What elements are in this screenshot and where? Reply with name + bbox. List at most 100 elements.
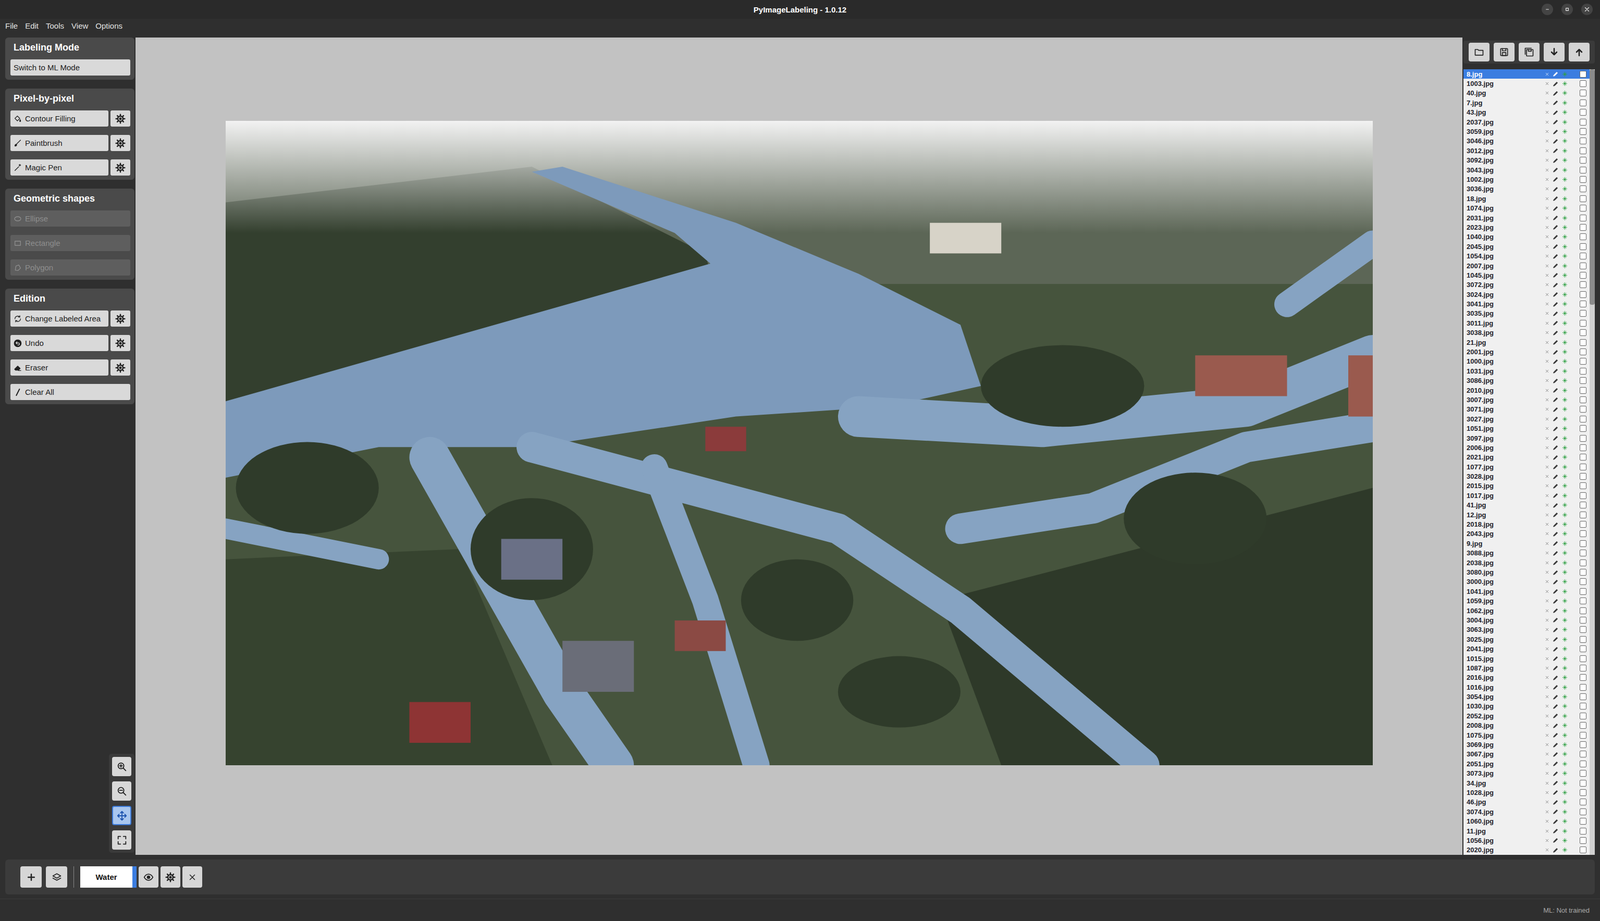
edit-file[interactable]: [1552, 559, 1559, 566]
file-row[interactable]: 2020.jpg: [1463, 845, 1590, 856]
remove-file[interactable]: [1544, 531, 1550, 537]
tool-button[interactable]: Clear All: [10, 384, 131, 401]
file-checkbox[interactable]: [1579, 463, 1587, 471]
file-row[interactable]: 2023.jpg: [1463, 222, 1590, 232]
remove-file[interactable]: [1544, 675, 1550, 681]
edit-file[interactable]: [1552, 406, 1559, 413]
file-checkbox[interactable]: [1579, 665, 1587, 672]
remove-file[interactable]: [1544, 838, 1550, 844]
edit-file[interactable]: [1552, 118, 1559, 126]
maximize-button[interactable]: [1561, 3, 1573, 16]
file-row[interactable]: 1054.jpg: [1463, 251, 1590, 261]
view-tool-button[interactable]: [112, 806, 132, 826]
edit-file[interactable]: [1552, 684, 1559, 691]
file-checkbox[interactable]: [1579, 588, 1587, 596]
file-checkbox[interactable]: [1579, 578, 1587, 586]
remove-file[interactable]: [1544, 397, 1550, 403]
file-checkbox[interactable]: [1579, 272, 1587, 279]
edit-file[interactable]: [1552, 214, 1559, 221]
edit-file[interactable]: [1552, 808, 1559, 816]
file-checkbox[interactable]: [1579, 118, 1587, 126]
edit-file[interactable]: [1552, 253, 1559, 260]
remove-file[interactable]: [1544, 148, 1550, 154]
edit-file[interactable]: [1552, 310, 1559, 317]
edit-file[interactable]: [1552, 818, 1559, 826]
edit-file[interactable]: [1552, 186, 1559, 193]
edit-file[interactable]: [1552, 176, 1559, 183]
file-row[interactable]: 2043.jpg: [1463, 529, 1590, 539]
file-row[interactable]: 1015.jpg: [1463, 654, 1590, 664]
remove-file[interactable]: [1544, 742, 1550, 748]
up-button[interactable]: [1568, 42, 1590, 62]
menu-item[interactable]: Tools: [45, 21, 65, 31]
file-checkbox[interactable]: [1579, 780, 1587, 787]
edit-file[interactable]: [1552, 837, 1559, 844]
file-row[interactable]: 3000.jpg: [1463, 577, 1590, 587]
remove-file[interactable]: [1544, 704, 1550, 709]
file-checkbox[interactable]: [1579, 329, 1587, 337]
remove-file[interactable]: [1544, 349, 1550, 355]
edit-file[interactable]: [1552, 799, 1559, 806]
remove-file[interactable]: [1544, 138, 1550, 144]
file-checkbox[interactable]: [1579, 559, 1587, 567]
tool-button[interactable]: Paintbrush: [10, 134, 109, 152]
remove-file[interactable]: [1544, 502, 1550, 508]
remove-file[interactable]: [1544, 321, 1550, 326]
file-row[interactable]: 3086.jpg: [1463, 376, 1590, 386]
remove-file[interactable]: [1544, 90, 1550, 96]
remove-file[interactable]: [1544, 100, 1550, 106]
file-checkbox[interactable]: [1579, 453, 1587, 461]
file-checkbox[interactable]: [1579, 300, 1587, 308]
file-checkbox[interactable]: [1579, 645, 1587, 653]
remove-file[interactable]: [1544, 454, 1550, 460]
edit-file[interactable]: [1552, 80, 1559, 88]
file-row[interactable]: 2001.jpg: [1463, 347, 1590, 357]
file-checkbox[interactable]: [1579, 415, 1587, 423]
file-row[interactable]: 1030.jpg: [1463, 702, 1590, 712]
file-row[interactable]: 2052.jpg: [1463, 711, 1590, 721]
file-row[interactable]: 3063.jpg: [1463, 625, 1590, 635]
remove-file[interactable]: [1544, 685, 1550, 691]
edit-file[interactable]: [1552, 655, 1559, 662]
remove-file[interactable]: [1544, 445, 1550, 451]
folder-button[interactable]: [1468, 42, 1490, 62]
edit-file[interactable]: [1552, 646, 1559, 653]
save-all-button[interactable]: [1518, 42, 1540, 62]
file-row[interactable]: 3067.jpg: [1463, 749, 1590, 760]
visibility-button[interactable]: [138, 866, 159, 889]
file-checkbox[interactable]: [1579, 252, 1587, 260]
remove-file[interactable]: [1544, 368, 1550, 374]
remove-file[interactable]: [1544, 340, 1550, 346]
remove-file[interactable]: [1544, 656, 1550, 662]
edit-file[interactable]: [1552, 262, 1559, 269]
remove-file[interactable]: [1544, 522, 1550, 527]
file-row[interactable]: 3036.jpg: [1463, 184, 1590, 194]
file-checkbox[interactable]: [1579, 128, 1587, 135]
file-checkbox[interactable]: [1579, 396, 1587, 404]
file-row[interactable]: 21.jpg: [1463, 337, 1590, 348]
tool-button[interactable]: Undo: [10, 335, 109, 352]
edit-file[interactable]: [1552, 224, 1559, 231]
edit-file[interactable]: [1552, 234, 1559, 241]
file-row[interactable]: 3088.jpg: [1463, 548, 1590, 559]
edit-file[interactable]: [1552, 847, 1559, 854]
settings-button[interactable]: [110, 359, 131, 376]
remove-file[interactable]: [1544, 407, 1550, 412]
remove-file[interactable]: [1544, 436, 1550, 441]
remove-file[interactable]: [1544, 119, 1550, 125]
edit-file[interactable]: [1552, 780, 1559, 787]
remove-file[interactable]: [1544, 186, 1550, 192]
edit-file[interactable]: [1552, 732, 1559, 739]
file-row[interactable]: 3041.jpg: [1463, 299, 1590, 309]
tool-button[interactable]: Magic Pen: [10, 159, 109, 176]
view-tool-button[interactable]: [112, 757, 132, 777]
remove-file[interactable]: [1544, 81, 1550, 86]
edit-file[interactable]: [1552, 531, 1559, 538]
file-row[interactable]: 3024.jpg: [1463, 289, 1590, 300]
file-row[interactable]: 2010.jpg: [1463, 385, 1590, 396]
file-checkbox[interactable]: [1579, 387, 1587, 395]
edit-file[interactable]: [1552, 492, 1559, 499]
remove-file[interactable]: [1544, 723, 1550, 729]
edit-file[interactable]: [1552, 90, 1559, 97]
view-tool-button[interactable]: [112, 781, 132, 802]
